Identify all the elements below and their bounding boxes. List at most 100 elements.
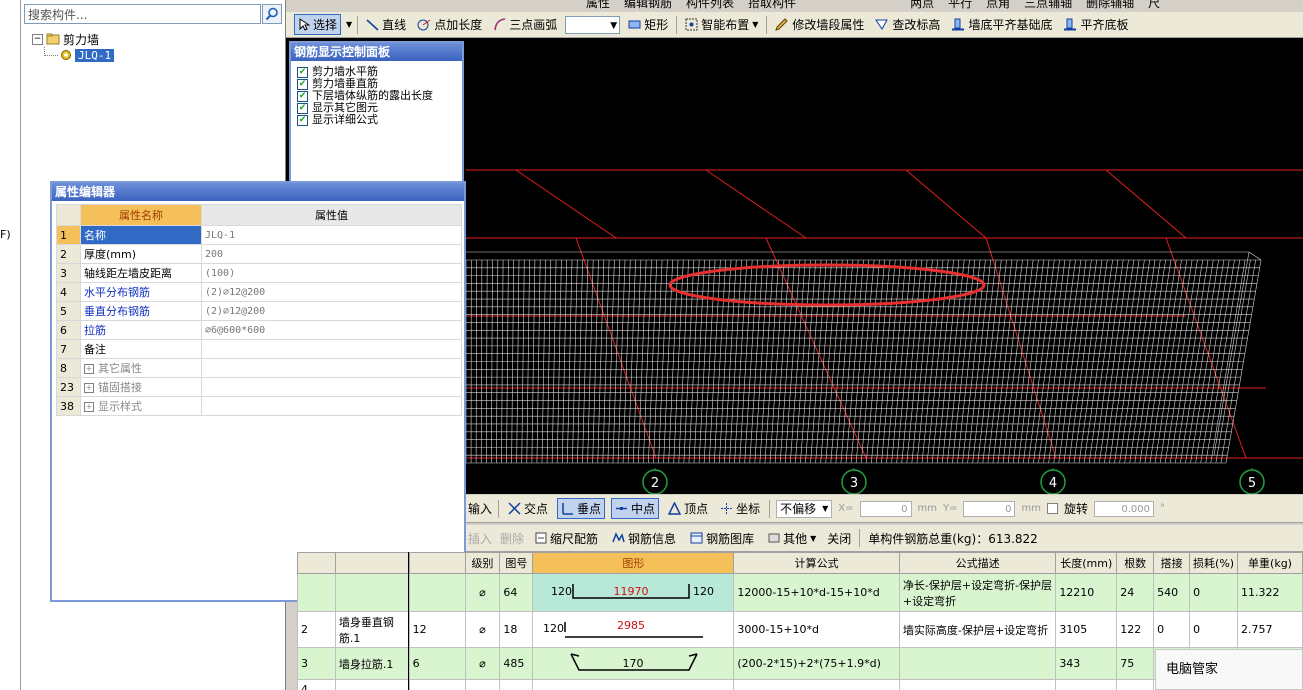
property-row-remark[interactable]: 7 备注 (56, 339, 462, 359)
figure-number[interactable]: 485 (499, 647, 534, 680)
rebar-count[interactable] (1116, 679, 1155, 690)
property-value[interactable]: (2)⌀12@200 (201, 282, 462, 302)
checkbox-checked-icon[interactable]: ✔ (297, 66, 308, 78)
calc-formula[interactable]: 3000-15+10*d (733, 611, 900, 648)
top-strip-parallel[interactable]: 平行 (948, 0, 972, 11)
rebar-name[interactable] (334, 679, 410, 690)
tree-node-jlq-1[interactable]: JLQ-1 (60, 47, 115, 63)
top-strip-two-points[interactable]: 两点 (910, 0, 934, 11)
arc-type-dropdown[interactable]: ▼ (565, 15, 621, 34)
figure-number[interactable]: 18 (499, 611, 534, 648)
align-bottom-base-button[interactable]: 墙底平齐基础底 (948, 15, 1055, 34)
close-button[interactable]: 关闭 (827, 530, 851, 547)
rotate-checkbox[interactable] (1046, 503, 1058, 514)
chk-show-detailed-formula[interactable]: ✔ 显示详细公式 (297, 114, 433, 126)
rebar-grade[interactable] (464, 679, 501, 690)
midpoint-snap-button[interactable]: 中点 (611, 498, 660, 519)
checkbox-checked-icon[interactable]: ✔ (297, 90, 308, 102)
property-value[interactable]: (100) (201, 263, 462, 283)
figure-number[interactable] (499, 679, 534, 690)
rebar-shape[interactable]: 120 2985 (532, 611, 735, 648)
checkbox-checked-icon[interactable]: ✔ (297, 78, 308, 90)
three-point-arc-button[interactable]: 三点画弧 (490, 15, 560, 34)
rebar-length[interactable]: 343 (1055, 647, 1118, 680)
formula-description[interactable]: 墙实际高度-保护层+设定弯折 (898, 611, 1057, 648)
property-group[interactable]: + 其它属性 (80, 358, 202, 378)
rebar-diameter[interactable]: 6 (408, 647, 466, 680)
rebar-loss[interactable]: 0 (1189, 573, 1238, 612)
scale-rebar-button[interactable]: 缩尺配筋 (532, 529, 601, 548)
formula-description[interactable] (898, 647, 1057, 680)
rebar-library-button[interactable]: 钢筋图库 (687, 529, 757, 548)
property-row-thickness[interactable]: 2 厚度(mm) 200 (56, 244, 462, 264)
input-button[interactable]: 输入 (468, 500, 492, 517)
property-value[interactable] (201, 339, 462, 359)
top-strip-point-angle[interactable]: 点角 (986, 0, 1010, 11)
perpendicular-snap-button[interactable]: 垂点 (557, 498, 606, 519)
property-value[interactable]: ⌀6@600*600 (201, 320, 462, 340)
property-value[interactable]: (2)⌀12@200 (201, 301, 462, 321)
calc-formula[interactable] (733, 679, 900, 690)
rotate-angle-input[interactable]: 0.000 (1093, 500, 1154, 517)
rebar-length[interactable] (1055, 679, 1118, 690)
point-length-button[interactable]: 点加长度 (414, 15, 485, 34)
property-row-horizontal-rebar[interactable]: 4 水平分布钢筋 (2)⌀12@200 (56, 282, 462, 302)
collapse-icon[interactable]: − (32, 33, 43, 45)
calc-formula[interactable]: (200-2*15)+2*(75+1.9*d) (733, 647, 900, 680)
modify-wall-attr-button[interactable]: 修改墙段属性 (772, 15, 867, 34)
property-row-display-style[interactable]: 38 + 显示样式 (56, 396, 462, 416)
line-button[interactable]: 直线 (363, 15, 409, 34)
rebar-count[interactable]: 75 (1116, 647, 1155, 680)
rebar-name[interactable]: 墙身垂直钢筋.1 (334, 611, 410, 648)
rebar-name[interactable] (334, 573, 410, 612)
formula-description[interactable] (898, 679, 1057, 690)
checkbox-checked-icon[interactable]: ✔ (297, 114, 308, 126)
vertex-snap-button[interactable]: 顶点 (665, 499, 711, 518)
property-row-vertical-rebar[interactable]: 5 垂直分布钢筋 (2)⌀12@200 (56, 301, 462, 321)
rebar-count[interactable]: 122 (1116, 611, 1155, 648)
rebar-shape[interactable] (532, 679, 735, 690)
top-strip-three-point-axis[interactable]: 三点辅轴 (1024, 0, 1072, 11)
rebar-loss[interactable]: 0 (1189, 611, 1238, 648)
delete-button[interactable]: 删除 (500, 530, 524, 547)
rebar-grade[interactable]: ⌀ (464, 647, 501, 680)
calc-formula[interactable]: 12000-15+10*d-15+10*d (733, 573, 900, 612)
coordinate-snap-button[interactable]: 坐标 (717, 499, 763, 518)
top-strip-properties[interactable]: 属性 (586, 0, 610, 11)
checkbox-checked-icon[interactable]: ✔ (297, 102, 308, 114)
property-row-anchorage[interactable]: 23 + 锚固搭接 (56, 377, 462, 397)
top-strip-delete-axis[interactable]: 删除辅轴 (1086, 0, 1134, 11)
check-elevation-button[interactable]: 查改标高 (872, 15, 943, 34)
expand-plus-icon[interactable]: + (84, 364, 94, 374)
property-group[interactable]: + 显示样式 (80, 396, 202, 416)
property-row-tie-bar[interactable]: 6 拉筋 ⌀6@600*600 (56, 320, 462, 340)
expand-plus-icon[interactable]: + (84, 402, 94, 412)
rebar-unit-weight[interactable]: 2.757 (1237, 611, 1303, 648)
property-group[interactable]: + 锚固搭接 (80, 377, 202, 397)
rebar-length[interactable]: 3105 (1055, 611, 1118, 648)
tree-node-shear-wall[interactable]: − 剪力墙 (32, 31, 99, 47)
rebar-diameter[interactable]: 12 (408, 611, 466, 648)
property-row-axis-offset[interactable]: 3 轴线距左墙皮距离 (100) (56, 263, 462, 283)
rebar-unit-weight[interactable]: 11.322 (1237, 573, 1303, 612)
component-search-input[interactable]: 搜索构件... (24, 4, 261, 24)
formula-description[interactable]: 净长-保护层+设定弯折-保护层+设定弯折 (898, 573, 1057, 612)
top-strip-ruler[interactable]: 尺 (1148, 0, 1160, 11)
intersection-snap-button[interactable]: 交点 (505, 499, 551, 518)
rebar-grade[interactable]: ⌀ (464, 573, 501, 612)
insert-button[interactable]: 插入 (468, 530, 492, 547)
table-row[interactable]: 3 墙身拉筋.1 6 ⌀ 485 170 (200-2*15)+2*(75+1.… (297, 647, 1303, 680)
property-row-name[interactable]: 1 名称 JLQ-1 (56, 225, 462, 245)
rebar-length[interactable]: 12210 (1055, 573, 1118, 612)
rebar-info-button[interactable]: 钢筋信息 (609, 529, 679, 548)
property-row-other-attrs[interactable]: 8 + 其它属性 (56, 358, 462, 378)
top-strip-component-list[interactable]: 构件列表 (686, 0, 734, 11)
y-offset-input[interactable]: 0 (963, 500, 1016, 517)
align-bottom-slab-button[interactable]: 平齐底板 (1060, 15, 1131, 34)
select-button[interactable]: 选择 (294, 14, 342, 35)
rebar-lap[interactable]: 0 (1153, 611, 1191, 648)
search-button[interactable] (262, 4, 282, 24)
offset-dropdown[interactable]: 不偏移 ▼ (776, 499, 833, 518)
figure-number[interactable]: 64 (499, 573, 534, 612)
rebar-diameter[interactable] (408, 679, 466, 690)
